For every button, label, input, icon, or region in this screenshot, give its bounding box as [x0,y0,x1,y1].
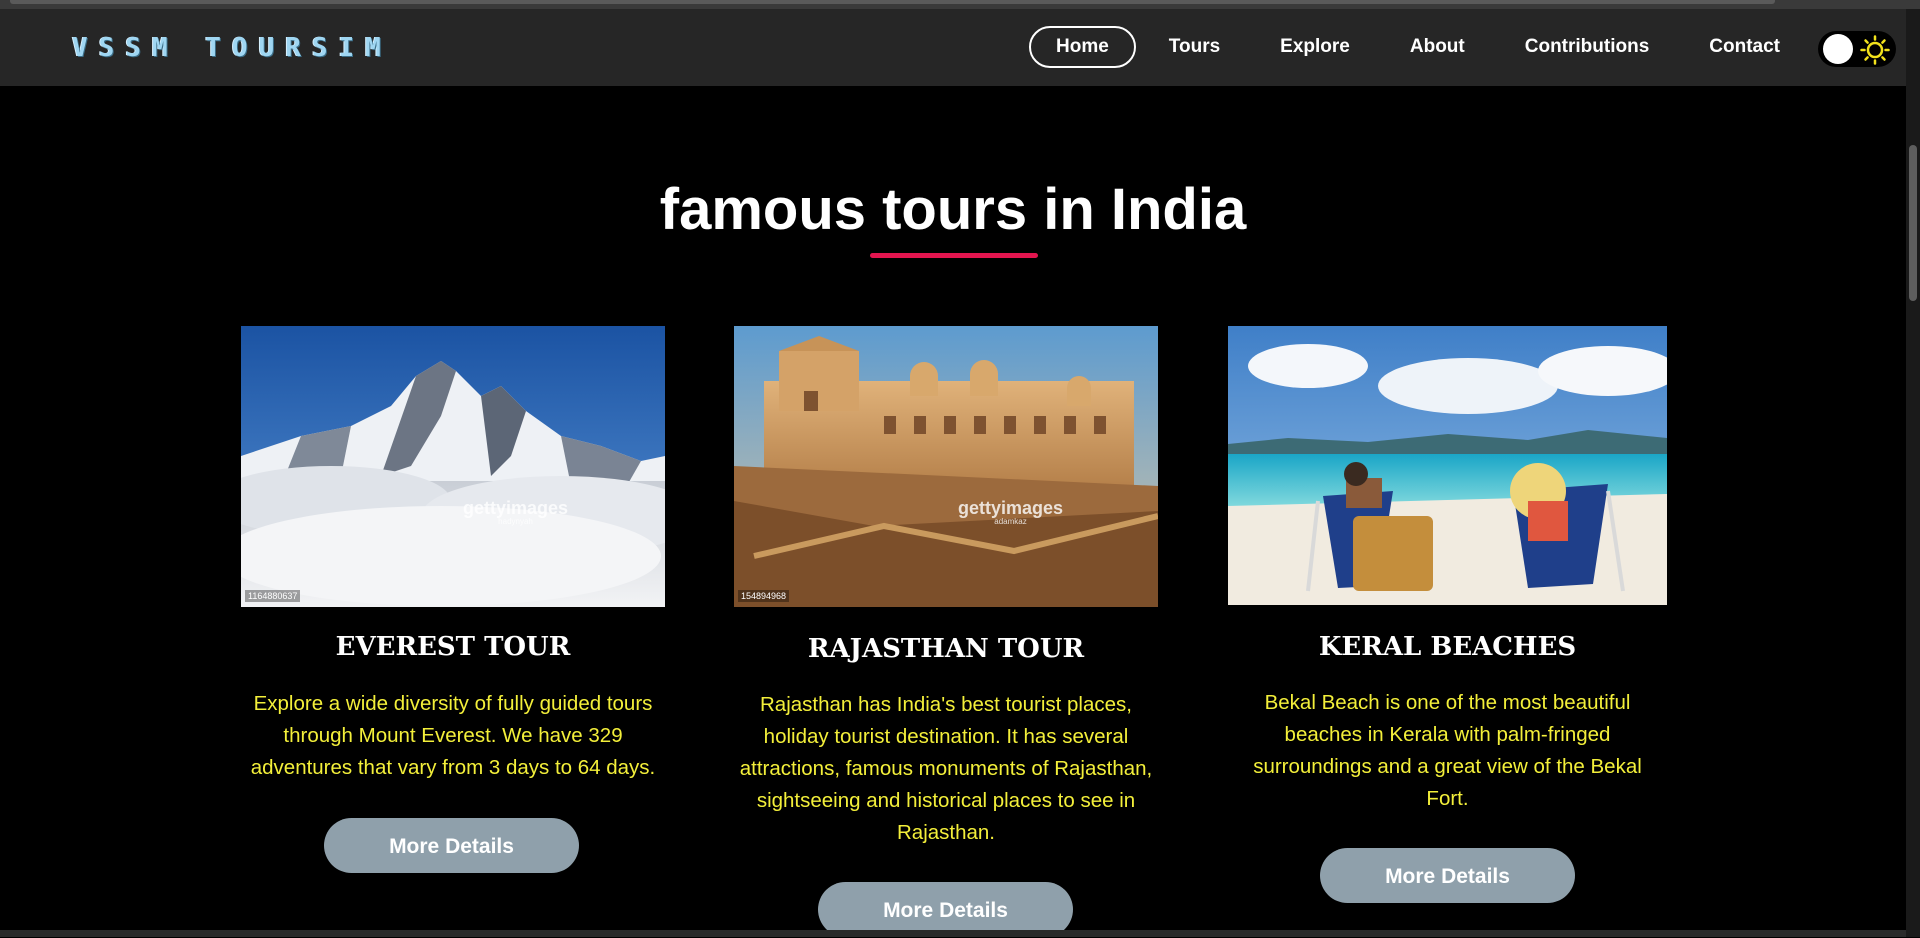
beach-image [1228,326,1667,605]
section-title: famous tours in India [659,177,1247,242]
more-details-button[interactable]: More Details [324,818,579,873]
everest-image: gettyimages hadynyah 1164880637 [241,326,665,607]
image-id-tag: 154894968 [738,590,790,602]
page-scrollbar[interactable] [1906,9,1920,937]
card-title: RAJASTHAN TOUR [807,634,1085,664]
image-id-tag: 1164880637 [245,590,301,602]
scrollbar-thumb[interactable] [1909,145,1917,301]
sun-icon [1860,35,1890,65]
card-title: EVEREST TOUR [335,632,571,662]
nav-home[interactable]: Home [1029,26,1136,68]
browser-top-strip [0,0,1920,9]
navbar: VSSM TOURSIM Home Tours Explore About Co… [0,9,1906,86]
card-description: Explore a wide diversity of fully guided… [250,692,656,779]
toggle-knob [1823,34,1853,64]
tour-card-rajasthan: gettyimages adamkaz 154894968 RAJASTHAN T… [734,326,1158,937]
getty-watermark: gettyimages hadynyah [463,498,569,526]
card-description: Rajasthan has India's best tourist place… [739,693,1153,844]
nav-about[interactable]: About [1383,26,1492,68]
main-nav: Home Tours Explore About Contributions C… [1029,26,1813,68]
rajasthan-fort-image: gettyimages adamkaz 154894968 [734,326,1158,607]
tour-card-kerala: KERAL BEACHES Bekal Beach is one of the … [1228,326,1667,906]
getty-watermark: gettyimages adamkaz [958,498,1064,526]
nav-contact[interactable]: Contact [1682,26,1807,68]
nav-contributions[interactable]: Contributions [1498,26,1677,68]
more-details-button[interactable]: More Details [818,882,1073,937]
more-details-button[interactable]: More Details [1320,848,1575,903]
card-description: Bekal Beach is one of the most beautiful… [1253,691,1642,810]
nav-tours[interactable]: Tours [1142,26,1247,68]
card-title: KERAL BEACHES [1318,632,1577,662]
theme-toggle[interactable] [1818,31,1896,67]
title-underline [870,253,1038,258]
page-bottom-edge [0,930,1906,937]
tour-card-everest: gettyimages hadynyah 1164880637 EVEREST T… [241,326,665,873]
site-logo[interactable]: VSSM TOURSIM [72,33,392,63]
nav-explore[interactable]: Explore [1253,26,1377,68]
